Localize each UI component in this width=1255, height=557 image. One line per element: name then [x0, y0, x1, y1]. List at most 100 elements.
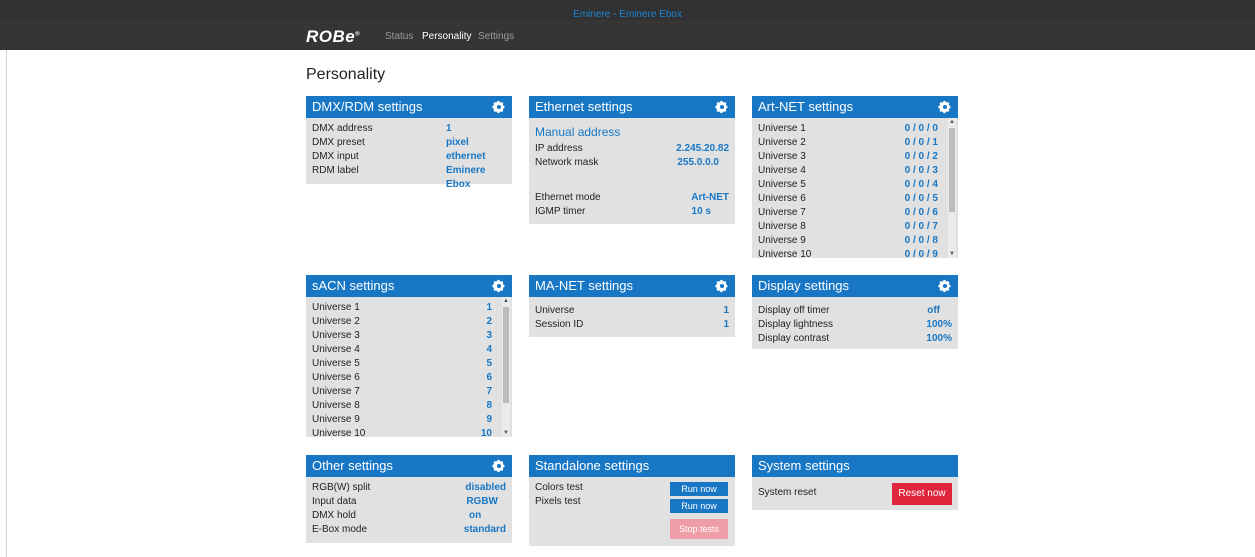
- universe-value[interactable]: 2: [486, 315, 492, 329]
- panel-header: Standalone settings: [529, 455, 735, 477]
- dmx-input-value[interactable]: ethernet: [446, 150, 485, 164]
- row-label: Universe 4: [758, 165, 806, 176]
- dmx-preset-value[interactable]: pixel: [446, 136, 469, 150]
- display-contrast-value[interactable]: 100%: [926, 332, 952, 346]
- gear-icon[interactable]: [492, 100, 506, 114]
- universe-value[interactable]: 0 / 0 / 6: [905, 206, 938, 220]
- row-label: Session ID: [535, 319, 584, 330]
- nav-settings[interactable]: Settings: [478, 31, 514, 42]
- universe-value[interactable]: 0 / 0 / 1: [905, 136, 938, 150]
- scroll-down-arrow[interactable]: ▼: [502, 429, 510, 437]
- row-label: DMX preset: [312, 137, 365, 148]
- address-mode: Manual address: [535, 125, 621, 139]
- ethernet-mode-value[interactable]: Art-NET: [691, 191, 729, 205]
- universe-value[interactable]: 0 / 0 / 2: [905, 150, 938, 164]
- other-settings-panel: Other settings RGB(W) split disabled Inp…: [306, 455, 512, 543]
- art-net-universe-list[interactable]: Universe 1 0 / 0 / 0 Universe 2 0 / 0 / …: [752, 122, 944, 258]
- row-label: Universe 8: [312, 400, 360, 411]
- universe-value[interactable]: 9: [486, 413, 492, 427]
- gear-icon[interactable]: [715, 100, 729, 114]
- row-label: E-Box mode: [312, 524, 368, 535]
- scroll-down-arrow[interactable]: ▼: [948, 250, 956, 258]
- row-label: IGMP timer: [535, 206, 586, 217]
- universe-value[interactable]: 0 / 0 / 8: [905, 234, 938, 248]
- registered-mark: ®: [355, 31, 361, 38]
- universe-value[interactable]: 5: [486, 357, 492, 371]
- universe-value[interactable]: 0 / 0 / 5: [905, 192, 938, 206]
- universe-value[interactable]: 0 / 0 / 7: [905, 220, 938, 234]
- panel-title: MA-NET settings: [535, 278, 634, 293]
- universe-value[interactable]: 10: [481, 427, 492, 437]
- igmp-timer-value[interactable]: 10 s: [692, 205, 711, 219]
- rdm-label-value[interactable]: Eminere Ebox: [446, 164, 512, 190]
- display-lightness-value[interactable]: 100%: [926, 318, 952, 332]
- row-label: Universe 6: [312, 372, 360, 383]
- gear-icon[interactable]: [938, 100, 952, 114]
- row-label: Universe 5: [758, 179, 806, 190]
- row-label: DMX hold: [312, 510, 356, 521]
- universe-value[interactable]: 0 / 0 / 3: [905, 164, 938, 178]
- stop-tests-button[interactable]: Stop tests: [670, 519, 728, 539]
- universe-value[interactable]: 1: [486, 301, 492, 315]
- panel-title: DMX/RDM settings: [312, 99, 423, 114]
- page-title: Personality: [306, 66, 386, 83]
- nav-personality[interactable]: Personality: [422, 31, 471, 42]
- scrollbar-thumb[interactable]: [503, 307, 509, 403]
- art-net-panel: Art-NET settings Universe 1 0 / 0 / 0 Un…: [752, 96, 958, 258]
- row-label: Input data: [312, 496, 357, 507]
- row-label: Universe 1: [758, 123, 806, 134]
- row-label: DMX address: [312, 123, 373, 134]
- run-pixels-test-button[interactable]: Run now: [670, 499, 728, 513]
- panel-title: Ethernet settings: [535, 99, 633, 114]
- scroll-up-arrow[interactable]: ▲: [948, 118, 956, 126]
- art-net-scrollbar[interactable]: ▲ ▼: [948, 118, 956, 258]
- row-label: Universe 3: [312, 330, 360, 341]
- panel-title: Art-NET settings: [758, 99, 854, 114]
- gear-icon[interactable]: [492, 459, 506, 473]
- universe-value[interactable]: 8: [486, 399, 492, 413]
- sacn-scrollbar[interactable]: ▲ ▼: [502, 297, 510, 437]
- colors-test-label: Colors test: [535, 482, 583, 493]
- panel-header: Other settings: [306, 455, 512, 477]
- row-label: Universe 9: [758, 235, 806, 246]
- row-label: IP address: [535, 143, 583, 154]
- e-box-mode-value[interactable]: standard: [464, 523, 506, 537]
- panel-title: Standalone settings: [535, 458, 650, 473]
- row-label: Universe 3: [758, 151, 806, 162]
- sacn-universe-list[interactable]: Universe 1 1 Universe 2 2 Universe 3 3 U…: [306, 301, 498, 437]
- universe-value[interactable]: 0 / 0 / 4: [905, 178, 938, 192]
- dmx-address-value[interactable]: 1: [446, 122, 452, 136]
- gear-icon[interactable]: [492, 279, 506, 293]
- ma-net-panel: MA-NET settings Universe 1 Session ID 1: [529, 275, 735, 337]
- input-data-value[interactable]: RGBW: [466, 495, 498, 509]
- panel-header: sACN settings: [306, 275, 512, 297]
- network-mask-value[interactable]: 255.0.0.0: [677, 156, 719, 170]
- universe-value[interactable]: 4: [486, 343, 492, 357]
- scrollbar-thumb[interactable]: [949, 128, 955, 212]
- panel-header: Art-NET settings: [752, 96, 958, 118]
- robe-logo[interactable]: ROBe®: [306, 27, 360, 47]
- ethernet-panel: Ethernet settings Manual address IP addr…: [529, 96, 735, 224]
- gear-icon[interactable]: [938, 279, 952, 293]
- gear-icon[interactable]: [715, 279, 729, 293]
- panel-header: DMX/RDM settings: [306, 96, 512, 118]
- nav-status[interactable]: Status: [385, 31, 413, 42]
- rgbw-split-value[interactable]: disabled: [465, 481, 506, 495]
- scroll-up-arrow[interactable]: ▲: [502, 297, 510, 305]
- universe-value[interactable]: 7: [486, 385, 492, 399]
- universe-value[interactable]: 3: [486, 329, 492, 343]
- reset-now-button[interactable]: Reset now: [892, 483, 952, 505]
- session-id-value[interactable]: 1: [723, 318, 729, 332]
- ip-address-value[interactable]: 2.245.20.82: [676, 142, 729, 156]
- universe-value[interactable]: 0 / 0 / 9: [905, 248, 938, 258]
- row-label: Universe 7: [312, 386, 360, 397]
- display-off-timer-value[interactable]: off: [927, 304, 940, 318]
- row-label: Display contrast: [758, 333, 830, 344]
- universe-value[interactable]: 6: [486, 371, 492, 385]
- run-colors-test-button[interactable]: Run now: [670, 482, 728, 496]
- row-label: Universe 10: [758, 249, 812, 258]
- universe-value[interactable]: 0 / 0 / 0: [905, 122, 938, 136]
- ma-net-universe-value[interactable]: 1: [723, 304, 729, 318]
- dmx-hold-value[interactable]: on: [469, 509, 481, 523]
- row-label: Ethernet mode: [535, 192, 601, 203]
